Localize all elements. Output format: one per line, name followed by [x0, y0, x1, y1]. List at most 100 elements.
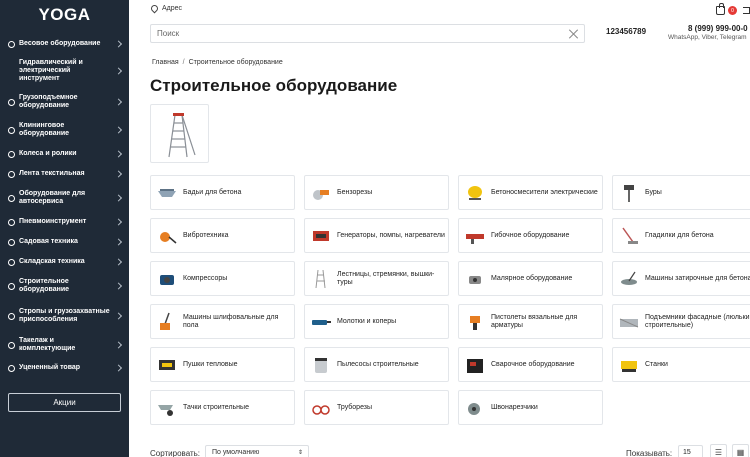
- category-card-ladders[interactable]: Лестницы, стремянки, вышки-туры: [304, 261, 449, 296]
- machine-tool-icon: [621, 360, 637, 372]
- sort-select[interactable]: По умолчанию ⇕: [205, 445, 309, 457]
- category-label: Пистолеты вязальные для арматуры: [491, 313, 578, 329]
- sidebar-item-label: Стропы и грузозахватные приспособления: [19, 308, 110, 323]
- category-grid: Бадьи для бетона Бензорезы Бетоносмесите…: [150, 175, 750, 425]
- category-card-tying-guns[interactable]: Пистолеты вязальные для арматуры: [458, 304, 603, 339]
- category-label: Бетоносмесители электрические: [491, 188, 598, 196]
- compressor-icon: [160, 274, 174, 285]
- sidebar-item-textile-tape[interactable]: Лента текстильная: [0, 164, 129, 184]
- category-card-machines[interactable]: Станки: [612, 347, 750, 382]
- sidebar-item-discounted[interactable]: Уцененный товар: [0, 358, 129, 378]
- sidebar-item-rigging[interactable]: Такелаж и комплектующие: [0, 332, 129, 358]
- phone-main[interactable]: 8 (999) 999-00-0: [688, 24, 748, 33]
- breadcrumb-current: Строительное оборудование: [188, 59, 283, 66]
- chevron-right-icon: [114, 364, 123, 372]
- generator-icon: [313, 230, 329, 241]
- category-card-heat-guns[interactable]: Пушки тепловые: [150, 347, 295, 382]
- sidebar-item-wheels[interactable]: Колеса и ролики: [0, 144, 129, 164]
- promo-button[interactable]: Акции: [8, 393, 121, 412]
- category-icon: [8, 98, 15, 106]
- location-pin-icon: [149, 3, 160, 14]
- category-card-petrol-cutters[interactable]: Бензорезы: [304, 175, 449, 210]
- category-card-compressors[interactable]: Компрессоры: [150, 261, 295, 296]
- sidebar-item-cleaning[interactable]: Клининговое оборудование: [0, 116, 129, 144]
- category-card-hammers[interactable]: Молотки и коперы: [304, 304, 449, 339]
- category-card-concrete-mixers[interactable]: Бетоносмесители электрические: [458, 175, 603, 210]
- sidebar-item-pneumatic[interactable]: Пневмоинструмент: [0, 212, 129, 232]
- sidebar-item-autoservice[interactable]: Оборудование для автосервиса: [0, 184, 129, 212]
- petrol-cutter-icon: [313, 189, 329, 200]
- category-card-painting[interactable]: Малярное оборудование: [458, 261, 603, 296]
- sidebar-item-label: Такелаж и комплектующие: [19, 337, 76, 352]
- category-card-drills[interactable]: Буры: [612, 175, 750, 210]
- category-icon: [8, 364, 15, 372]
- per-page-select[interactable]: 15: [678, 445, 703, 457]
- category-icon: [8, 312, 15, 320]
- facade-lift-icon: [619, 318, 639, 327]
- category-card-bending[interactable]: Гибочное оборудование: [458, 218, 603, 253]
- heat-gun-icon: [159, 359, 175, 370]
- chevron-right-icon: [114, 40, 123, 48]
- sidebar-item-construction[interactable]: Строительное оборудование: [0, 272, 129, 300]
- float-icon: [622, 227, 638, 244]
- trowel-machine-icon: [621, 271, 637, 285]
- chevron-right-icon: [114, 126, 123, 134]
- address-link[interactable]: Адрес: [149, 3, 182, 14]
- category-icon: [8, 194, 15, 202]
- category-icon: [8, 238, 15, 246]
- sort-value: По умолчанию: [212, 449, 260, 456]
- category-card-vacuums[interactable]: Пылесосы строительные: [304, 347, 449, 382]
- category-card-wheelbarrows[interactable]: Тачки строительные: [150, 390, 295, 425]
- cart-icon[interactable]: [716, 3, 725, 15]
- wheelbarrow-icon: [158, 404, 173, 416]
- close-icon[interactable]: [569, 29, 579, 39]
- paint-sprayer-icon: [469, 275, 481, 284]
- category-card-facade-lifts[interactable]: Подъемники фасадные (люльки строительные…: [612, 304, 750, 339]
- floor-grinder-icon: [160, 312, 170, 330]
- list-view-button[interactable]: ☰: [710, 444, 727, 457]
- sidebar-item-warehouse[interactable]: Складская техника: [0, 252, 129, 272]
- breadcrumb-home[interactable]: Главная: [152, 59, 179, 66]
- sidebar-item-label: Складская техника: [19, 258, 85, 265]
- category-card-floats[interactable]: Гладилки для бетона: [612, 218, 750, 253]
- sidebar-item-label: Садовая техника: [19, 238, 78, 245]
- vibrator-icon: [160, 231, 177, 244]
- category-label: Машины шлифовальные для пола: [183, 313, 279, 329]
- phone-short[interactable]: 123456789: [606, 27, 646, 36]
- category-label: Тачки строительные: [183, 403, 249, 411]
- category-card-vibration[interactable]: Вибротехника: [150, 218, 295, 253]
- category-card-welding[interactable]: Сварочное оборудование: [458, 347, 603, 382]
- sidebar-menu: Весовое оборудование Гидравлический и эл…: [0, 34, 129, 378]
- category-label: Компрессоры: [183, 274, 228, 282]
- search-input[interactable]: [157, 29, 557, 38]
- chevron-right-icon: [114, 67, 123, 75]
- category-label: Вибротехника: [183, 231, 229, 239]
- category-card-grinders[interactable]: Машины шлифовальные для пола: [150, 304, 295, 339]
- category-card-generators[interactable]: Генераторы, помпы, нагреватели: [304, 218, 449, 253]
- chevron-right-icon: [114, 218, 123, 226]
- cart-badge: 0: [728, 6, 737, 15]
- category-label: Буры: [645, 188, 662, 196]
- search-bar: [150, 24, 585, 43]
- sidebar-item-scales[interactable]: Весовое оборудование: [0, 34, 129, 54]
- logo[interactable]: YOGA: [0, 0, 129, 30]
- grid-view-button[interactable]: ▦: [732, 444, 749, 457]
- category-card-pipe-cutters[interactable]: Труборезы: [304, 390, 449, 425]
- category-card-joint-cutters[interactable]: Швонарезчики: [458, 390, 603, 425]
- sidebar-item-lifting[interactable]: Грузоподъемное оборудование: [0, 88, 129, 116]
- sidebar-item-hydraulic-tools[interactable]: Гидравлический и электрический инструмен…: [0, 54, 129, 88]
- category-card-concrete-buckets[interactable]: Бадьи для бетона: [150, 175, 295, 210]
- concrete-mixer-icon: [468, 185, 482, 200]
- jackhammer-icon: [312, 319, 331, 325]
- category-label: Гибочное оборудование: [491, 231, 570, 239]
- chevron-right-icon: [114, 150, 123, 158]
- sidebar-item-garden[interactable]: Садовая техника: [0, 232, 129, 252]
- chevron-updown-icon: ⇕: [297, 450, 303, 456]
- login-icon[interactable]: [743, 7, 750, 14]
- category-card-trowel-machines[interactable]: Машины затирочные для бетона: [612, 261, 750, 296]
- sidebar-item-label: Пневмоинструмент: [19, 218, 87, 225]
- chevron-right-icon: [114, 238, 123, 246]
- sidebar-item-slings[interactable]: Стропы и грузозахватные приспособления: [0, 300, 129, 332]
- sort-label: Сортировать:: [150, 449, 201, 457]
- category-label: Пушки тепловые: [183, 360, 238, 368]
